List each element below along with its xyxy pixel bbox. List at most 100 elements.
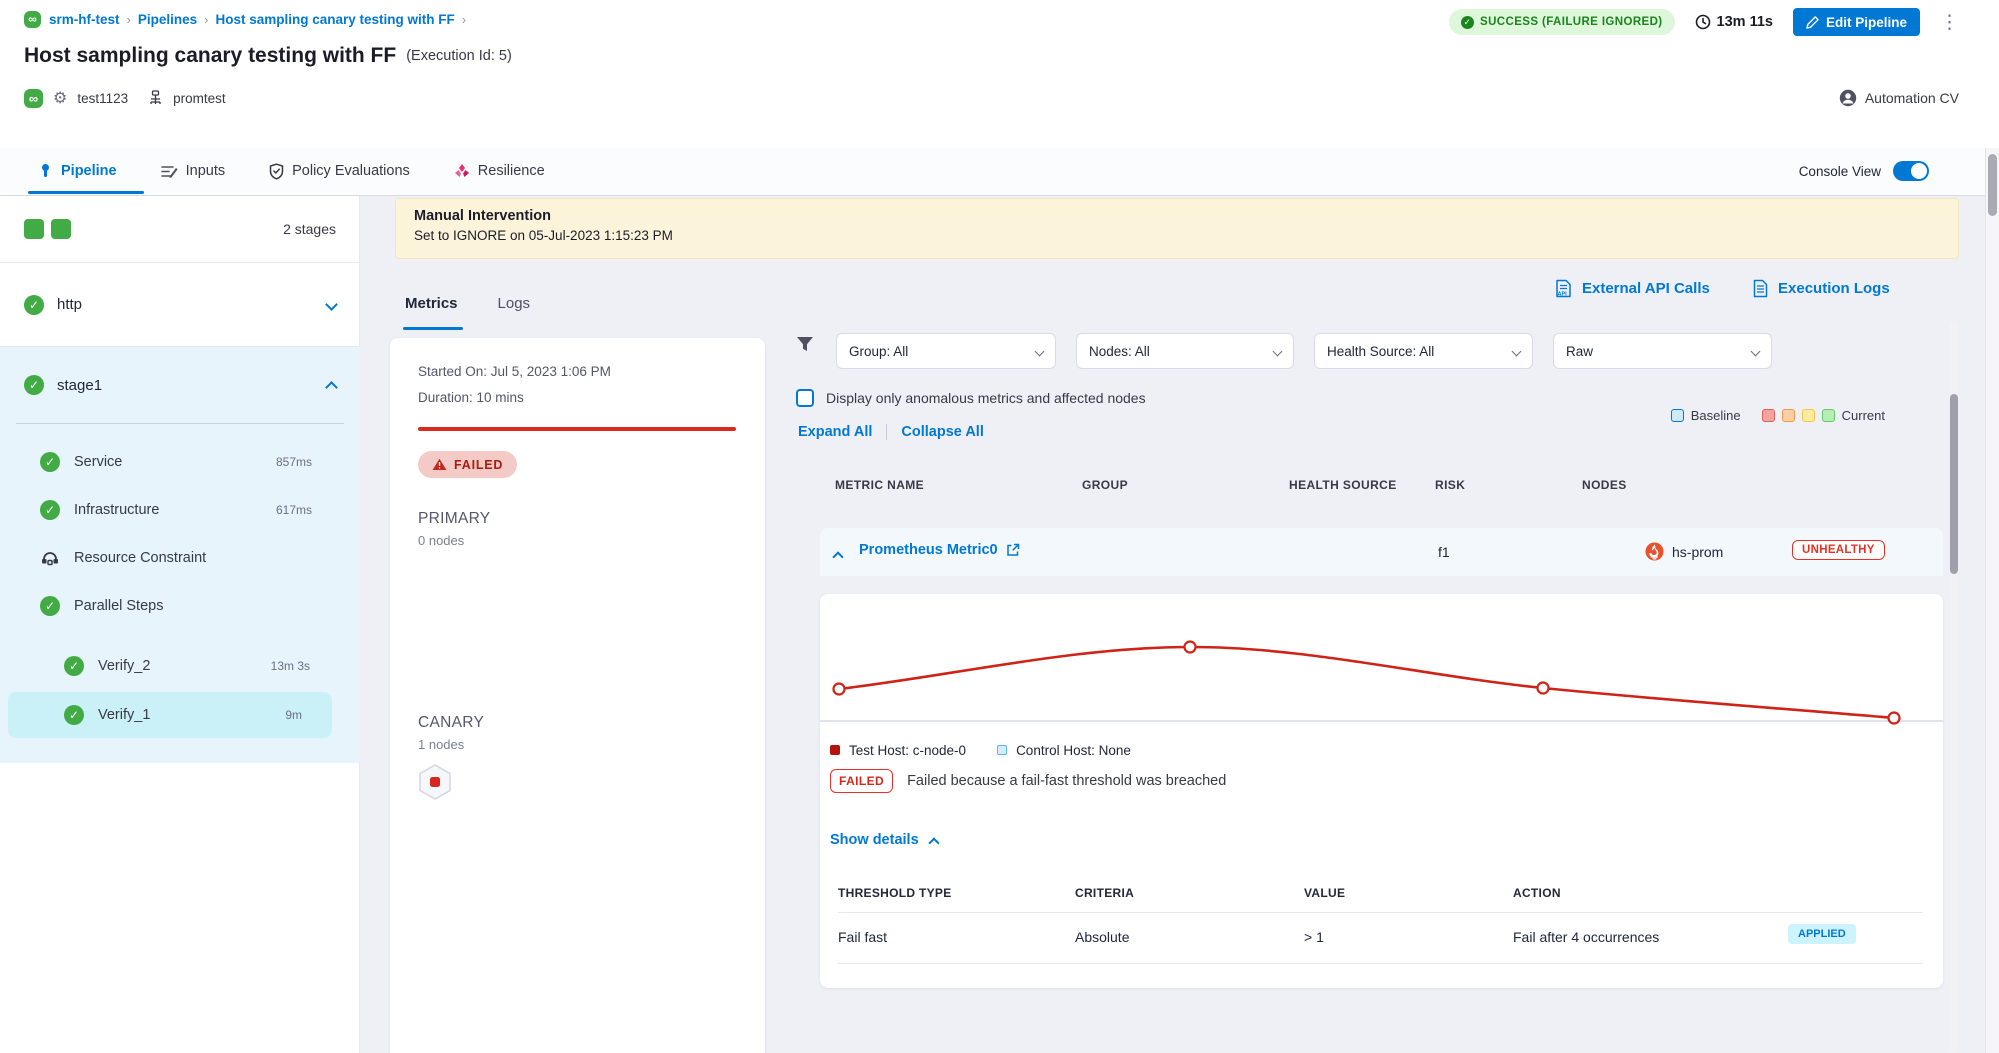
- success-check-icon: ✓: [40, 452, 60, 472]
- health-source-filter-dropdown[interactable]: Health Source: All: [1314, 333, 1533, 369]
- metric-detail-card: Test Host: c-node-0 Control Host: None F…: [820, 594, 1943, 988]
- active-detail-tab-underline: [403, 327, 463, 330]
- sidebar-step-parallel-steps[interactable]: ✓Parallel Steps: [40, 582, 340, 630]
- metric-name-link[interactable]: Prometheus Metric0: [859, 542, 1020, 558]
- breadcrumb-separator: ›: [127, 12, 131, 27]
- prometheus-icon: [1645, 542, 1664, 561]
- chevron-down-icon: [1035, 346, 1045, 356]
- stage-count-row: 2 stages: [0, 196, 360, 263]
- sidebar-step-verify1-selected[interactable]: ✓Verify_1 9m: [8, 692, 332, 738]
- verification-status-pill: FAILED: [418, 451, 517, 478]
- metric-health-source: hs-prom: [1645, 542, 1723, 561]
- detail-tabs: Metrics Logs: [405, 280, 530, 326]
- tab-pipeline[interactable]: Pipeline: [38, 163, 117, 179]
- current-red-swatch: [1762, 409, 1775, 422]
- sidebar-step-infrastructure[interactable]: ✓Infrastructure 617ms: [40, 486, 340, 534]
- breadcrumb-project[interactable]: srm-hf-test: [49, 12, 120, 27]
- svg-text:API: API: [1558, 291, 1568, 297]
- data-point[interactable]: [1889, 713, 1900, 724]
- external-api-calls-link[interactable]: API External API Calls: [1555, 276, 1710, 300]
- value-value: > 1: [1304, 929, 1324, 945]
- tab-inputs[interactable]: Inputs: [161, 163, 226, 179]
- main-tab-bar: Pipeline Inputs Policy Evaluations Resil…: [0, 148, 1999, 196]
- tab-resilience[interactable]: Resilience: [454, 163, 545, 179]
- execution-meta-row: ∞ ⚙ test1123 promtest: [24, 88, 226, 108]
- clock-icon: [1695, 14, 1711, 30]
- progress-bar-failed: [418, 427, 736, 431]
- more-options-menu[interactable]: ⋮: [1940, 18, 1959, 27]
- data-mode-dropdown[interactable]: Raw: [1553, 333, 1772, 369]
- filter-funnel-icon[interactable]: [796, 336, 814, 353]
- sidebar-step-resource-constraint[interactable]: Resource Constraint: [40, 534, 340, 582]
- sidebar-step-service[interactable]: ✓Service 857ms: [40, 438, 340, 486]
- execution-status-cluster: ✓ SUCCESS (FAILURE IGNORED) 13m 11s Edit…: [1449, 8, 1959, 36]
- breadcrumb-pipeline-name[interactable]: Host sampling canary testing with FF: [215, 12, 454, 27]
- harness-logo-icon: ∞: [24, 89, 43, 108]
- collapse-metric-chevron-icon[interactable]: [832, 551, 843, 562]
- breadcrumb-pipelines[interactable]: Pipelines: [138, 12, 197, 27]
- resource-constraint-icon: [40, 549, 60, 567]
- metric-group: f1: [1438, 544, 1450, 560]
- pipeline-icon: [38, 163, 53, 179]
- api-document-icon: API: [1555, 279, 1572, 298]
- resilience-icon: [454, 163, 470, 179]
- started-on: Started On: Jul 5, 2023 1:06 PM: [418, 364, 737, 379]
- criteria-value: Absolute: [1075, 929, 1129, 945]
- canary-node-count: 1 nodes: [418, 737, 737, 752]
- panel-scrollbar-track[interactable]: [1950, 322, 1958, 1053]
- user-name: Automation CV: [1865, 90, 1959, 106]
- column-health-source: HEALTH SOURCE: [1289, 478, 1397, 492]
- expand-all-link[interactable]: Expand All: [798, 424, 872, 440]
- step-details-panel: Manual Intervention Set to IGNORE on 05-…: [360, 196, 1985, 1053]
- data-point[interactable]: [834, 684, 845, 695]
- verification-summary-card: Started On: Jul 5, 2023 1:06 PM Duration…: [390, 338, 765, 1053]
- anomalous-checkbox[interactable]: [796, 389, 814, 407]
- breadcrumb-separator: ›: [204, 12, 208, 27]
- threshold-type-value: Fail fast: [838, 929, 887, 945]
- risk-badge-unhealthy: UNHEALTHY: [1792, 540, 1885, 560]
- user-avatar-icon: [1839, 89, 1857, 107]
- collapse-all-link[interactable]: Collapse All: [901, 424, 983, 440]
- data-point[interactable]: [1185, 642, 1196, 653]
- sidebar-stage-http[interactable]: ✓http: [0, 263, 360, 347]
- stage1-section: ✓stage1 ✓Service 857ms ✓Infrastructure 6…: [0, 347, 360, 763]
- chevron-up-icon[interactable]: [325, 381, 338, 394]
- tab-metrics[interactable]: Metrics: [405, 295, 458, 312]
- sidebar-step-verify2[interactable]: ✓Verify_2 13m 3s: [64, 643, 340, 689]
- sidebar-stage-stage1[interactable]: ✓stage1: [0, 347, 360, 423]
- baseline-legend-label: Baseline: [1691, 408, 1741, 423]
- title-row: Host sampling canary testing with FF (Ex…: [24, 42, 512, 70]
- canary-node-hexagon[interactable]: [418, 764, 452, 800]
- canary-label: CANARY: [418, 714, 737, 732]
- execution-logs-link[interactable]: Execution Logs: [1753, 276, 1890, 300]
- analysis-reason-row: FAILED Failed because a fail-fast thresh…: [830, 768, 1226, 794]
- panel-scrollbar-thumb[interactable]: [1950, 394, 1958, 574]
- edit-pipeline-button[interactable]: Edit Pipeline: [1793, 8, 1920, 36]
- current-yellow-swatch: [1802, 409, 1815, 422]
- applied-badge: APPLIED: [1788, 924, 1856, 944]
- control-host-label: Control Host: None: [1016, 743, 1131, 758]
- chevron-down-icon[interactable]: [325, 298, 338, 311]
- nodes-filter-dropdown[interactable]: Nodes: All: [1076, 333, 1294, 369]
- execution-stages-sidebar: 2 stages ✓http ✓stage1 ✓Service 857ms ✓I…: [0, 196, 360, 1053]
- control-host-swatch: [997, 745, 1007, 755]
- chart-series-legend: Test Host: c-node-0 Control Host: None: [830, 742, 1131, 758]
- console-view-label: Console View: [1799, 164, 1881, 179]
- test-host-label: Test Host: c-node-0: [849, 743, 966, 758]
- divider: [838, 963, 1923, 964]
- metric-row[interactable]: Prometheus Metric0 f1 hs-prom UNHEALTHY …: [820, 528, 1943, 576]
- window-scrollbar-thumb[interactable]: [1988, 154, 1997, 216]
- tab-policy-evaluations[interactable]: Policy Evaluations: [269, 163, 410, 180]
- toggle-knob: [1911, 163, 1927, 179]
- column-metric-name: METRIC NAME: [835, 478, 924, 492]
- data-point[interactable]: [1538, 683, 1549, 694]
- success-check-icon: ✓: [24, 375, 44, 395]
- success-check-icon: ✓: [1461, 16, 1474, 29]
- banner-title: Manual Intervention: [414, 208, 1940, 224]
- group-filter-dropdown[interactable]: Group: All: [836, 333, 1056, 369]
- tab-logs[interactable]: Logs: [498, 295, 531, 312]
- window-scrollbar-track[interactable]: [1985, 148, 1999, 1053]
- console-view-toggle[interactable]: [1893, 161, 1929, 181]
- service-name: test1123: [77, 91, 128, 106]
- show-details-toggle[interactable]: Show details: [830, 830, 938, 850]
